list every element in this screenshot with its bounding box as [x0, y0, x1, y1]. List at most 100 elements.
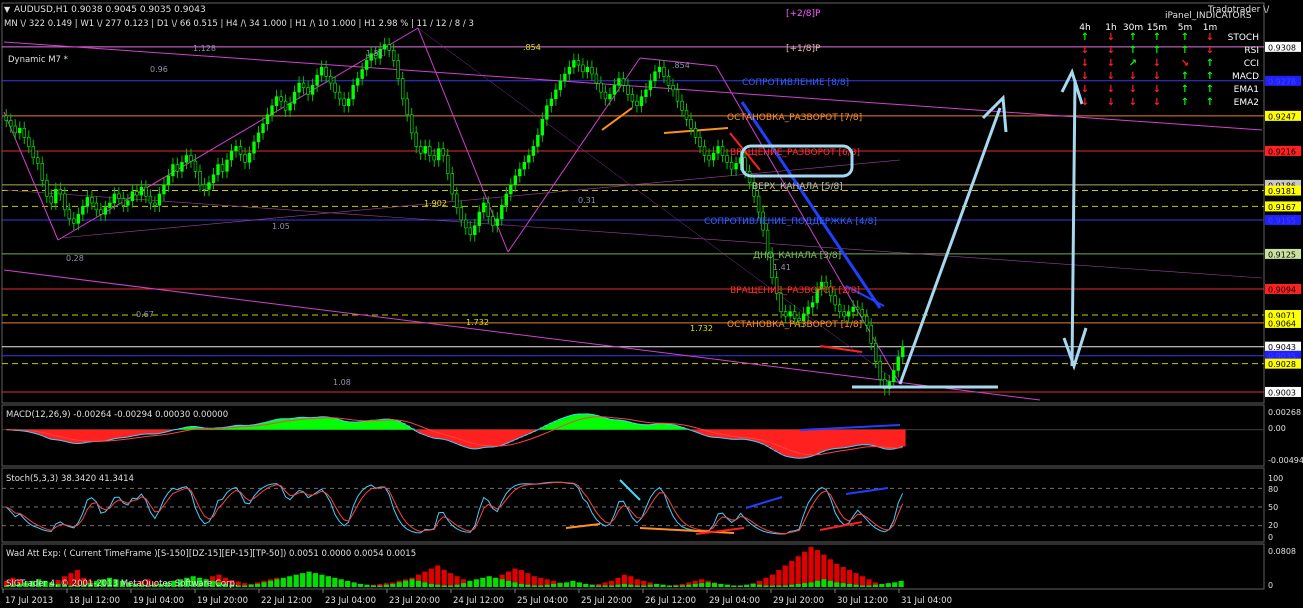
candle-body	[256, 132, 261, 143]
signal-arrow-icon: ↑	[1129, 32, 1137, 43]
wad-green-bar	[589, 584, 595, 587]
candle-body	[729, 161, 734, 170]
wad-green-bar	[782, 585, 788, 587]
wad-green-bar	[300, 573, 306, 587]
macd-bar	[341, 421, 347, 430]
wad-red-bar	[859, 576, 866, 587]
signal-arrow-icon: ↓	[1153, 84, 1161, 95]
fib-label: 1.732	[690, 324, 713, 333]
wad-green-bar	[544, 584, 550, 587]
wad-green-bar	[293, 574, 299, 587]
stoch-pane[interactable]	[1, 467, 1265, 543]
macd-bar	[657, 423, 663, 430]
macd-bar	[143, 429, 149, 434]
wad-green-bar	[428, 583, 434, 587]
candle-body	[387, 44, 391, 51]
wad-green-bar	[859, 585, 866, 587]
macd-bar	[459, 429, 465, 446]
wad-green-bar	[718, 583, 724, 587]
price-tag-label: 0.9181	[1268, 187, 1296, 196]
price-tag-label: 0.9003	[1268, 388, 1296, 397]
sub-axis-tick: 20	[1268, 521, 1278, 530]
time-label: 23 Jul 04:00	[325, 596, 376, 606]
wad-green-bar	[660, 584, 666, 587]
candle-body	[207, 182, 211, 190]
candle-body	[837, 304, 842, 312]
macd-bar	[98, 429, 104, 442]
murrey-label: ДНО_КАНАЛА [3/8]	[753, 251, 841, 261]
candle-body	[446, 155, 450, 174]
price-tag-label: 0.9167	[1268, 203, 1296, 212]
candle-body	[851, 306, 855, 312]
wad-title: Wad Att Exp: ( Current TimeFrame )[S-150…	[6, 549, 416, 559]
fib-label: 1.08	[333, 378, 351, 387]
macd-bar	[364, 420, 370, 430]
wad-green-bar	[351, 582, 357, 587]
candle-body	[360, 69, 364, 79]
signal-arrow-icon: ↓	[1107, 45, 1115, 56]
wad-green-bar	[621, 583, 627, 587]
macd-bar	[625, 421, 631, 430]
ipanel-row-label: EMA1	[1234, 85, 1259, 95]
wad-green-bar	[840, 583, 846, 587]
macd-bar	[463, 429, 469, 448]
macd-bar	[765, 429, 771, 447]
candle-body	[175, 164, 180, 172]
candle-body	[423, 146, 427, 154]
candle-body	[621, 78, 626, 86]
macd-bar	[89, 429, 95, 442]
candle-body	[193, 160, 198, 172]
murrey-label: СОПРОТИВЛЕНИЕ [8/8]	[742, 78, 849, 88]
wad-green-bar	[814, 580, 821, 587]
macd-bar	[787, 429, 793, 458]
price-tag-label: 0.9155	[1268, 216, 1296, 225]
ipanel-row-label: CCI	[1244, 59, 1259, 69]
candle-body	[94, 202, 99, 211]
wad-green-bar	[261, 582, 267, 587]
wad-green-bar	[608, 585, 615, 587]
candle-body	[855, 306, 860, 310]
wad-green-bar	[756, 584, 763, 587]
macd-bar	[639, 424, 645, 430]
candle-body	[306, 87, 310, 95]
candle-body	[252, 141, 256, 154]
macd-bar	[648, 424, 654, 430]
candle-body	[477, 211, 481, 226]
candle-body	[4, 115, 8, 121]
wad-green-bar	[454, 584, 460, 587]
candle-body	[243, 154, 247, 163]
macd-bar	[265, 421, 271, 430]
wad-green-bar	[435, 584, 441, 587]
macd-bar	[643, 424, 649, 430]
fib-label: 1.41	[773, 263, 791, 272]
candle-body	[896, 356, 900, 371]
macd-bar	[661, 423, 667, 430]
candle-body	[117, 193, 121, 199]
candle-body	[72, 218, 76, 224]
price-tag-label: 0.9028	[1268, 360, 1296, 369]
macd-bar	[121, 429, 127, 438]
macd-bar	[58, 429, 64, 441]
candle-body	[901, 346, 905, 358]
candle-body	[874, 342, 878, 362]
macd-bar	[125, 429, 131, 437]
macd-bar	[855, 429, 861, 446]
sub-axis-tick: 0.0808	[1268, 547, 1296, 556]
signal-arrow-icon: ↓	[1129, 71, 1137, 82]
candle-body	[792, 311, 797, 319]
macd-bar	[846, 429, 852, 448]
macd-bar	[810, 429, 816, 456]
macd-bar	[877, 429, 884, 448]
dropdown-arrow-icon[interactable]: ▼	[4, 5, 11, 14]
macd-bar	[116, 429, 122, 438]
macd-bar	[562, 417, 568, 430]
candle-body	[144, 186, 148, 197]
candle-body	[220, 164, 225, 172]
wad-green-bar	[403, 580, 409, 587]
wad-green-bar	[557, 583, 563, 587]
wad-green-bar	[795, 583, 801, 587]
candle-body	[229, 150, 234, 161]
signal-arrow-icon: ↓	[1153, 97, 1161, 108]
candle-body	[842, 311, 846, 317]
signal-arrow-icon: ↑	[1206, 97, 1214, 108]
